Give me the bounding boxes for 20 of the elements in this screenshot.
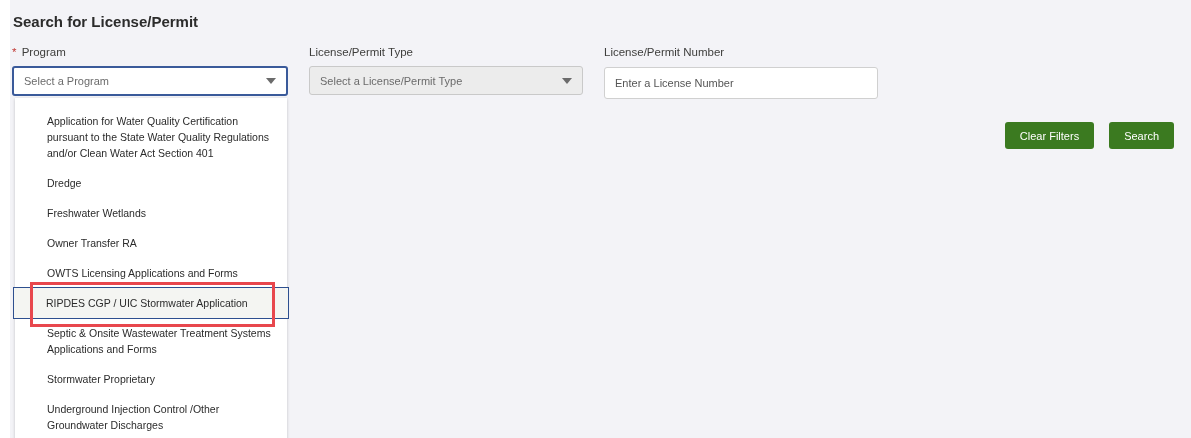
dropdown-option[interactable]: Application for Water Quality Certification pursuant to the State Water Quality Regulations and/or Clean Water Act Section 401 xyxy=(15,106,287,168)
caret-icon xyxy=(266,78,276,84)
action-button[interactable]: Search xyxy=(1109,122,1174,149)
dropdown-option[interactable]: OWTS Licensing Applications and Forms xyxy=(15,258,287,288)
dropdown-option[interactable]: Owner Transfer RA xyxy=(15,228,287,258)
dropdown-option[interactable]: Stormwater Proprietary xyxy=(15,364,287,394)
caret-icon xyxy=(562,77,572,84)
dropdown-option[interactable]: Dredge xyxy=(15,168,287,198)
dropdown-option[interactable]: Freshwater Wetlands xyxy=(15,198,287,228)
required-asterisk: * xyxy=(12,46,17,58)
action-button[interactable]: Clear Filters xyxy=(1004,122,1095,149)
dropdown-option[interactable]: Underground Injection Control /Other Groundwater Discharges xyxy=(15,394,287,438)
field-label: License/Permit Number xyxy=(604,46,725,58)
dropdown-option[interactable]: Septic & Onsite Wastewater Treatment Systems Applications and Forms xyxy=(15,318,287,364)
page-title: Search for License/Permit xyxy=(12,12,200,32)
field-label: Program xyxy=(21,46,66,58)
dropdown-option[interactable]: RIPDES CGP / UIC Stormwater Application xyxy=(14,288,288,318)
field-label: License/Permit Type xyxy=(309,46,413,58)
input-field[interactable]: Enter a License Number xyxy=(604,67,878,99)
select-field[interactable]: Select a Program xyxy=(12,66,288,96)
